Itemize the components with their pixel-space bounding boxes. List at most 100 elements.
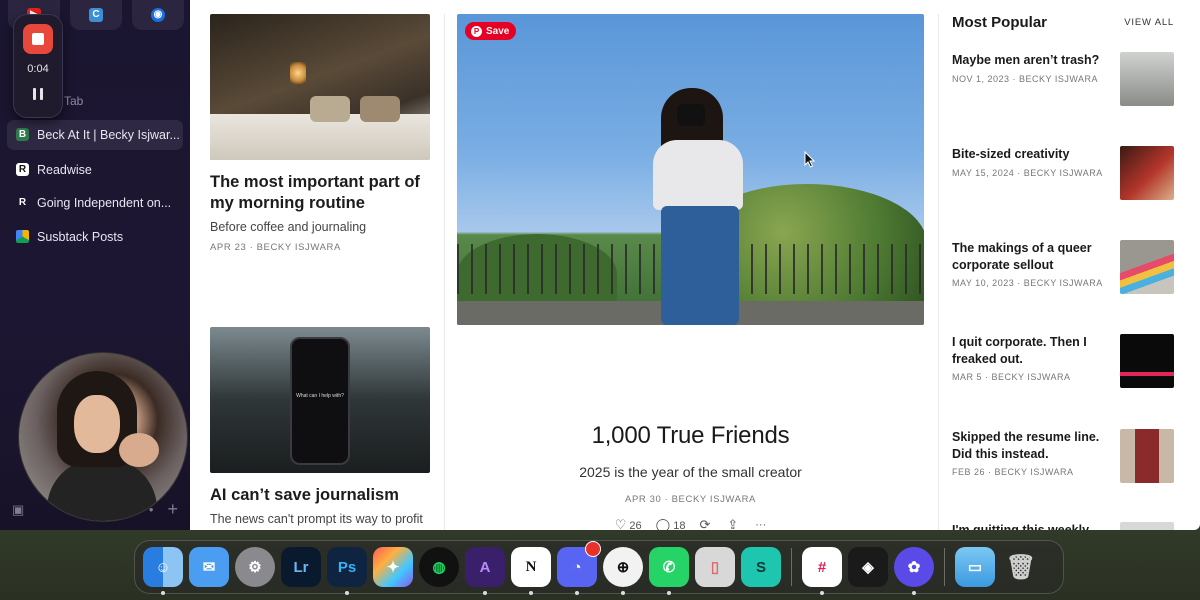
popular-item[interactable]: I'm quitting this weekly (952, 522, 1174, 530)
left-post-column: The most important part of my morning ro… (210, 14, 430, 526)
blue-app-icon: ◉ (151, 8, 165, 22)
tab-label: Going Independent on... (37, 196, 172, 210)
post-subtitle: Before coffee and journaling (210, 220, 367, 234)
tab-label: Susbtack Posts (37, 230, 124, 244)
post-title[interactable]: The most important part of my morning ro… (210, 172, 430, 214)
tab-beck-at-it[interactable]: B Beck At It | Becky Isjwar... (7, 120, 183, 150)
pinterest-save-button[interactable]: P Save (465, 22, 517, 40)
pause-recording-button[interactable] (33, 88, 43, 100)
screen-recorder-widget: 0:04 (13, 14, 63, 118)
tab-substack-posts[interactable]: Susbtack Posts (7, 222, 183, 252)
surfshark-icon[interactable]: S (741, 547, 781, 587)
tab-going-independent[interactable]: R Going Independent on... (7, 188, 183, 218)
post-subtitle: The news can't prompt its way to profit (210, 512, 423, 526)
column-divider (444, 14, 445, 530)
popular-item-title[interactable]: The makings of a queer corporate sellout (952, 240, 1108, 273)
comment-icon: ◯ (655, 517, 671, 530)
pinned-tile-blue[interactable]: ◉ (132, 0, 184, 30)
final-cut-icon[interactable]: ✦ (373, 547, 413, 587)
popular-item-title[interactable]: Bite-sized creativity (952, 146, 1108, 163)
google-drive-icon (16, 230, 29, 243)
mouse-cursor (804, 151, 816, 168)
substack-b-icon: B (16, 128, 29, 141)
discord-icon[interactable]: ◔ (557, 541, 601, 595)
most-popular-header: Most Popular VIEW ALL (952, 14, 1174, 31)
popular-item[interactable]: Skipped the resume line. Did this instea… (952, 429, 1174, 485)
popular-item-thumbnail[interactable] (1120, 334, 1174, 388)
post-thumbnail[interactable] (210, 14, 430, 160)
featured-title[interactable]: 1,000 True Friends (457, 422, 924, 450)
popular-item-thumbnail[interactable] (1120, 146, 1174, 200)
popular-item-title[interactable]: Skipped the resume line. Did this instea… (952, 429, 1108, 462)
like-button[interactable]: ♡ 26 (615, 517, 642, 530)
system-settings-icon[interactable]: ⚙ (235, 547, 275, 587)
tab-label: Beck At It | Becky Isjwar... (37, 128, 180, 142)
post-card[interactable]: The most important part of my morning ro… (210, 14, 430, 253)
comment-button[interactable]: ◯ 18 (656, 517, 686, 530)
phone-screen-text: What can I help with? (296, 393, 344, 399)
trash-icon[interactable]: 🗑 (1001, 547, 1041, 587)
stop-recording-button[interactable] (23, 24, 53, 54)
spotify-icon[interactable]: ◍ (419, 547, 459, 587)
flower-app-icon[interactable]: ✿ (894, 547, 934, 595)
lightroom-icon[interactable]: Lr (281, 547, 321, 587)
notification-badge (585, 541, 601, 557)
popular-item-title[interactable]: Maybe men aren’t trash? (952, 52, 1108, 69)
save-label: Save (486, 25, 510, 37)
readwise-reader-icon: R (18, 197, 27, 208)
recording-time: 0:04 (27, 63, 49, 75)
column-divider (938, 14, 939, 530)
most-popular-title: Most Popular (952, 14, 1048, 31)
tab-label: Readwise (37, 163, 92, 177)
readwise-icon: R (16, 163, 29, 176)
popular-item-thumbnail[interactable] (1120, 522, 1174, 530)
pinterest-icon: P (471, 25, 482, 37)
popular-item[interactable]: The makings of a queer corporate sellout… (952, 240, 1174, 296)
restack-icon[interactable]: ⟳ (699, 517, 710, 530)
popular-item[interactable]: Maybe men aren’t trash? NOV 1, 2023 · BE… (952, 52, 1174, 108)
popular-item-thumbnail[interactable] (1120, 429, 1174, 483)
post-meta: APR 23 · BECKY ISJWARA (210, 242, 341, 253)
iphone-mirroring-icon[interactable]: ▯ (695, 547, 735, 587)
post-thumbnail[interactable]: What can I help with? (210, 327, 430, 473)
popular-item[interactable]: Bite-sized creativity MAY 15, 2024 · BEC… (952, 146, 1174, 202)
popular-item-title[interactable]: I'm quitting this weekly (952, 522, 1108, 530)
archive-icon[interactable]: ▣ (12, 502, 24, 518)
tab-readwise[interactable]: R Readwise (7, 155, 183, 185)
safari-icon[interactable]: ⊕ (603, 547, 643, 595)
featured-post: P Save 1,000 True Friends 2025 is the ye… (457, 14, 924, 530)
featured-text: 1,000 True Friends 2025 is the year of t… (457, 422, 924, 530)
notion-icon[interactable]: N (511, 547, 551, 595)
popular-item[interactable]: I quit corporate. Then I freaked out. MA… (952, 334, 1174, 390)
finder-icon[interactable]: ☺ (143, 547, 183, 595)
webcam-overlay (18, 352, 188, 522)
post-card[interactable]: What can I help with? AI can’t save jour… (210, 327, 430, 526)
more-button[interactable]: ··· (755, 519, 766, 530)
pinned-tile-c[interactable]: C (70, 0, 122, 30)
photoshop-icon[interactable]: Ps (327, 547, 367, 595)
add-icon[interactable]: + (167, 499, 178, 520)
comment-count: 18 (673, 520, 686, 530)
share-icon[interactable]: ⇪ (727, 517, 738, 530)
mail-icon[interactable]: ✉ (189, 547, 229, 587)
post-title[interactable]: AI can’t save journalism (210, 485, 430, 506)
most-popular-column: Most Popular VIEW ALL Maybe men aren’t t… (952, 14, 1174, 530)
featured-image[interactable]: P Save (457, 14, 924, 325)
view-all-link[interactable]: VIEW ALL (1124, 17, 1174, 28)
new-tab-label[interactable]: Tab (64, 94, 83, 108)
dock-separator (791, 548, 792, 586)
post-actions: ♡ 26 ◯ 18 ⟳ ⇪ ··· (457, 517, 924, 530)
popular-item-thumbnail[interactable] (1120, 240, 1174, 294)
heart-icon: ♡ (614, 517, 627, 530)
popular-item-title[interactable]: I quit corporate. Then I freaked out. (952, 334, 1108, 367)
slack-icon[interactable]: # (802, 547, 842, 595)
cube-app-icon[interactable]: ◈ (848, 547, 888, 587)
folder-icon[interactable]: ▭ (955, 547, 995, 587)
dock-separator (944, 548, 945, 586)
macos-dock: ☺ ✉ ⚙ Lr Ps ✦ ◍ A N ◔ ⊕ ✆ ▯ S # ◈ ✿ ▭ 🗑 (134, 540, 1064, 595)
whatsapp-icon[interactable]: ✆ (649, 547, 689, 595)
c-app-icon: C (89, 8, 103, 22)
featured-meta: APR 30 · BECKY ISJWARA (625, 494, 756, 505)
popular-item-thumbnail[interactable] (1120, 52, 1174, 106)
affinity-icon[interactable]: A (465, 547, 505, 595)
